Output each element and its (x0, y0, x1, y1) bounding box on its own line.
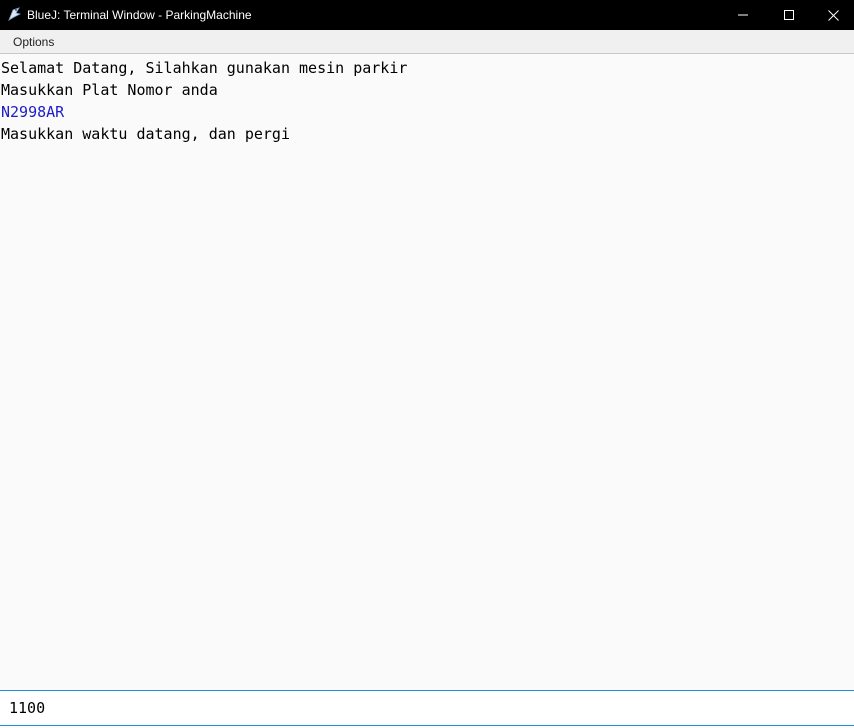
terminal-output[interactable]: Selamat Datang, Silahkan gunakan mesin p… (0, 56, 854, 690)
terminal-input-bar (0, 690, 854, 726)
minimize-button[interactable] (720, 0, 766, 30)
menu-options[interactable]: Options (13, 35, 54, 49)
window-title: BlueJ: Terminal Window - ParkingMachine (27, 8, 252, 22)
bluej-bird-icon (7, 7, 22, 22)
title-bar[interactable]: BlueJ: Terminal Window - ParkingMachine (0, 0, 854, 30)
terminal-line: Masukkan waktu datang, dan pergi (1, 125, 290, 143)
terminal-line-input-echo: N2998AR (1, 103, 65, 121)
terminal-window: BlueJ: Terminal Window - ParkingMachine … (0, 0, 854, 728)
close-button[interactable] (810, 0, 854, 30)
maximize-button[interactable] (766, 0, 812, 30)
maximize-icon (784, 10, 794, 20)
close-icon (827, 9, 839, 21)
terminal-input-field[interactable] (0, 691, 854, 725)
minimize-icon (738, 14, 748, 16)
terminal-line: Masukkan Plat Nomor anda (1, 81, 218, 99)
terminal-line: Selamat Datang, Silahkan gunakan mesin p… (1, 59, 408, 77)
menu-bar: Options (0, 30, 854, 54)
